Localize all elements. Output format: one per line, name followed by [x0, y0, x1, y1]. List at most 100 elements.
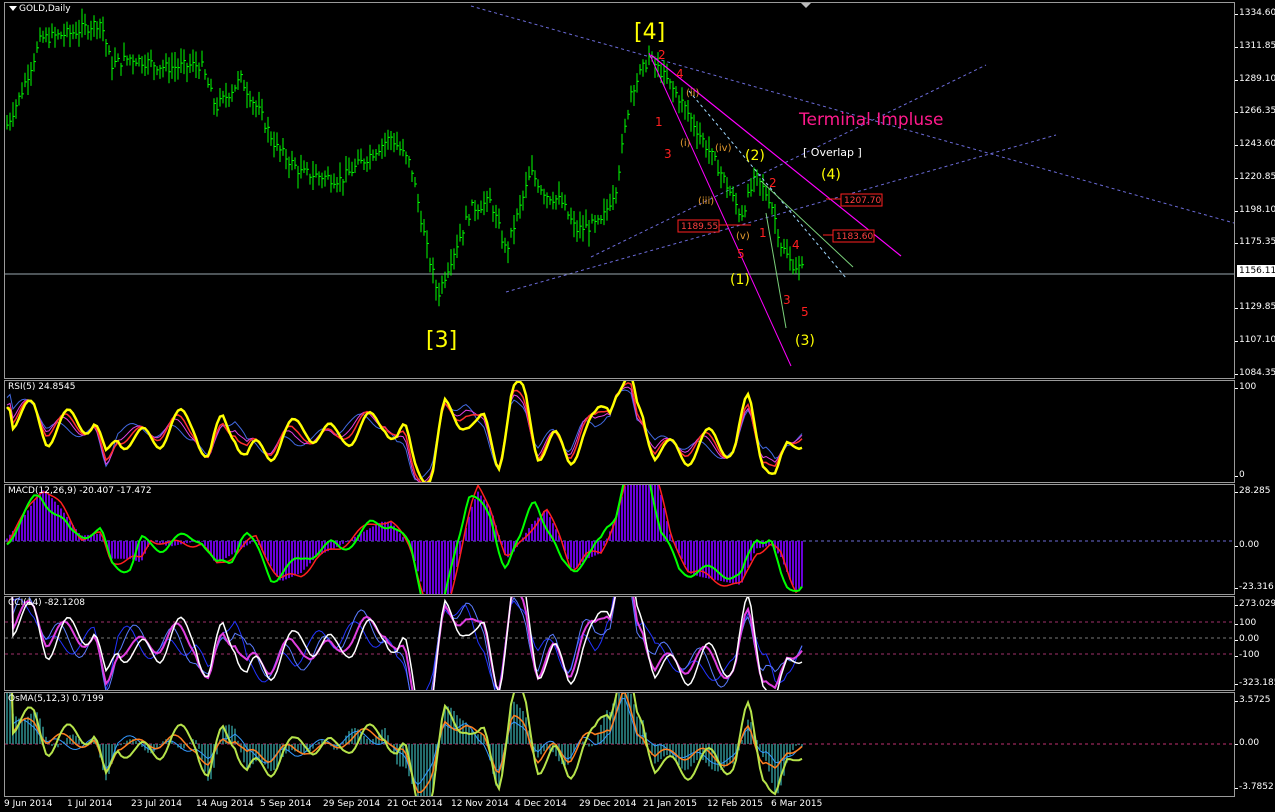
- wave-label-red-2a: 2: [658, 48, 666, 62]
- macd-tick: 28.285: [1235, 486, 1271, 496]
- cci-tick: -323.185: [1234, 678, 1275, 688]
- price-tick: 1175.35: [1234, 237, 1275, 247]
- price-tick: 1311.85: [1234, 41, 1275, 51]
- rsi-axis: 100 0: [1234, 380, 1275, 484]
- wave-label-4-major: [4]: [634, 20, 665, 45]
- price-tick: 1084.35: [1234, 368, 1275, 378]
- terminal-impulse-label: Terminal Impluse: [798, 110, 943, 130]
- price-chart-pane[interactable]: [4] [3] Terminal Impluse [ Overlap ] (1) (2) (…: [4, 2, 1235, 379]
- date-tick: 29 Dec 2014: [579, 799, 637, 809]
- rsi-svg: [6, 381, 803, 482]
- wave-label-red-4a: 4: [676, 67, 684, 81]
- rsi-line-yellow: [6, 381, 803, 482]
- macd-tick: 0.00: [1234, 540, 1260, 550]
- level-label-1183: 1183.60: [836, 232, 873, 242]
- cci-pane[interactable]: CCI(14) -82.1208: [4, 596, 1235, 691]
- price-tick: 1334.60: [1234, 8, 1275, 18]
- cci-line-blue-2: [12, 597, 803, 690]
- macd-main-line: [6, 485, 803, 594]
- wave-line-magenta-1: [648, 52, 792, 367]
- level-label-1207: 1207.70: [844, 196, 881, 206]
- date-tick: 21 Oct 2014: [387, 799, 443, 809]
- macd-axis: 28.285 0.00 -23.316: [1234, 484, 1275, 596]
- date-tick: 12 Nov 2014: [451, 799, 509, 809]
- current-price-label: 1156.11: [1237, 265, 1275, 277]
- osma-axis: 3.5725 0.00 -3.7852: [1234, 692, 1275, 798]
- cci-tick: 100: [1234, 618, 1257, 628]
- rsi-pane[interactable]: RSI(5) 24.8545: [4, 380, 1235, 483]
- wave-label-red-4b: 4: [792, 238, 800, 252]
- wave-label-sub-i: (i): [680, 138, 691, 149]
- chart-scroll-marker-icon[interactable]: [801, 3, 811, 8]
- price-tick: 1107.10: [1234, 335, 1275, 345]
- level-label-1189: 1189.55: [681, 222, 718, 232]
- cci-line-blue-1: [12, 597, 803, 690]
- macd-pane[interactable]: MACD(12,26,9) -20.407 -17.472: [4, 484, 1235, 595]
- cci-axis: 273.0297 100 0.00 -100 -323.185: [1234, 596, 1275, 692]
- wave-label-1-minor: (1): [730, 272, 750, 288]
- osma-tick: 3.5725: [1235, 695, 1271, 705]
- rsi-label: RSI(5) 24.8545: [8, 382, 76, 392]
- osma-pane[interactable]: OsMA(5,12,3) 0.7199: [4, 692, 1235, 797]
- price-tick: 1266.35: [1234, 106, 1275, 116]
- date-tick: 14 Aug 2014: [196, 799, 254, 809]
- date-tick: 23 Jul 2014: [131, 799, 182, 809]
- symbol-menu-icon[interactable]: [9, 6, 17, 11]
- symbol-label: GOLD,Daily: [19, 4, 71, 14]
- osma-tick: -3.7852: [1235, 782, 1274, 792]
- date-tick: 4 Dec 2014: [515, 799, 567, 809]
- price-tick: 1243.60: [1234, 139, 1275, 149]
- date-tick: 1 Jul 2014: [67, 799, 113, 809]
- price-tick: 1198.10: [1234, 205, 1275, 215]
- date-tick: 9 Jun 2014: [4, 799, 53, 809]
- wave-line-green-2: [765, 212, 787, 329]
- wave-label-red-5a: 5: [737, 247, 745, 261]
- wave-label-red-5b: 5: [801, 305, 809, 319]
- overlap-label: [ Overlap ]: [803, 146, 862, 159]
- wave-label-4-minor: (4): [821, 167, 841, 183]
- cci-tick: -100: [1234, 650, 1260, 660]
- price-axis: 1334.60 1311.85 1289.10 1266.35 1243.60 …: [1234, 0, 1275, 380]
- wave-label-sub-iii: (iii): [698, 196, 714, 207]
- price-tick: 1220.85: [1234, 172, 1275, 182]
- osma-svg: [5, 693, 1234, 796]
- wave-label-red-1b: 1: [759, 226, 767, 240]
- wave-label-red-3a: 3: [664, 147, 672, 161]
- macd-signal-line: [6, 485, 803, 594]
- date-tick: 12 Feb 2015: [707, 799, 764, 809]
- price-tick: 1129.85: [1234, 302, 1275, 312]
- wave-label-3-major: [3]: [426, 328, 457, 353]
- wave-label-sub-iv: (iv): [715, 143, 732, 154]
- osma-tick: 0.00: [1234, 738, 1260, 748]
- price-chart-svg: [4] [3] Terminal Impluse [ Overlap ] (1) (2) (…: [5, 5, 1234, 367]
- wave-label-sub-ii: (ii): [686, 88, 699, 99]
- trendline-lower: [505, 134, 1057, 293]
- cci-line-white: [11, 597, 803, 690]
- wave-label-3-minor: (3): [795, 333, 815, 349]
- cci-tick: 0.00: [1234, 634, 1260, 644]
- osma-label: OsMA(5,12,3) 0.7199: [8, 694, 104, 704]
- macd-svg: [5, 485, 1234, 594]
- cci-svg: [5, 597, 1234, 690]
- wave-label-red-1a: 1: [655, 115, 663, 129]
- wave-label-red-2b: 2: [769, 176, 777, 190]
- osma-line-blue: [11, 693, 803, 786]
- macd-tick: -23.316: [1235, 582, 1274, 592]
- wave-label-sub-v: (v): [736, 231, 750, 242]
- date-tick: 29 Sep 2014: [323, 799, 381, 809]
- date-axis: 9 Jun 2014 1 Jul 2014 23 Jul 2014 14 Aug…: [0, 797, 1275, 812]
- macd-label: MACD(12,26,9) -20.407 -17.472: [8, 486, 152, 496]
- rsi-tick: 100: [1234, 382, 1257, 392]
- date-tick: 5 Sep 2014: [260, 799, 312, 809]
- date-tick: 6 Mar 2015: [771, 799, 823, 809]
- cci-line-magenta: [11, 597, 803, 690]
- date-tick: 21 Jan 2015: [643, 799, 697, 809]
- price-tick: 1289.10: [1234, 74, 1275, 84]
- wave-label-2-minor: (2): [745, 148, 765, 164]
- trendline-channel: [590, 64, 987, 258]
- wave-label-red-3b: 3: [783, 293, 791, 307]
- cci-tick: 273.0297: [1235, 599, 1275, 609]
- cci-label: CCI(14) -82.1208: [8, 598, 86, 608]
- rsi-tick: 0: [1235, 470, 1245, 480]
- rsi-line-red: [6, 382, 803, 482]
